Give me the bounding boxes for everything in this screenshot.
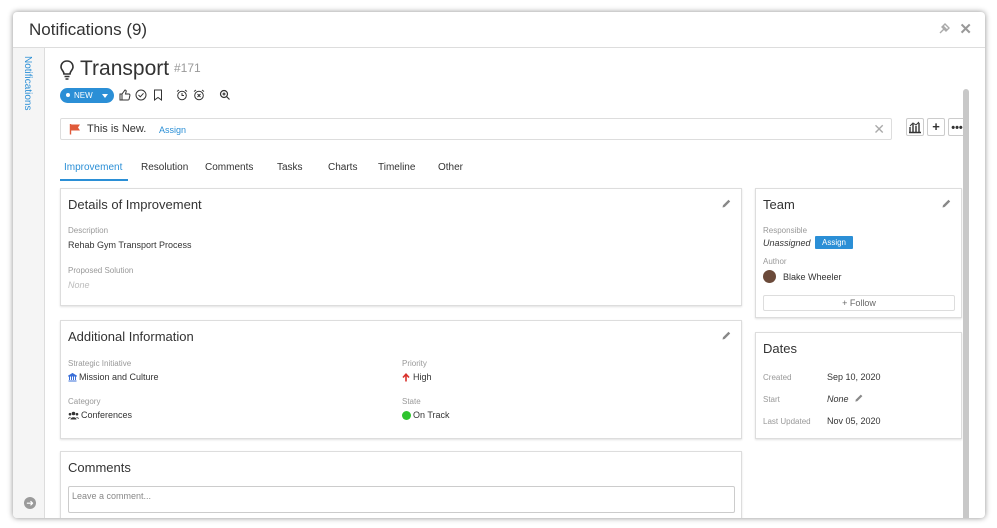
- scrollbar[interactable]: [963, 89, 969, 518]
- institution-icon: [68, 373, 77, 382]
- state-dot-icon: [402, 411, 411, 420]
- check-circle-icon[interactable]: [135, 89, 147, 101]
- active-tab-indicator: [60, 179, 128, 181]
- priority-label: Priority: [402, 359, 427, 368]
- assign-button[interactable]: Assign: [815, 236, 853, 249]
- comments-card: Comments Leave a comment...: [60, 451, 742, 518]
- category-value: Conferences: [81, 410, 133, 420]
- notifications-window: Notifications (9) ✕ Notifications ➜ Tran…: [13, 12, 985, 518]
- avatar: [763, 270, 776, 283]
- follow-button[interactable]: + Follow: [763, 295, 955, 311]
- author-value: Blake Wheeler: [783, 272, 842, 282]
- chart-button[interactable]: [906, 118, 924, 136]
- window-title: Notifications (9): [29, 20, 148, 39]
- new-status-bar: This is New. Assign ✕: [60, 118, 892, 140]
- tab-timeline[interactable]: Timeline: [378, 162, 415, 173]
- window-titlebar: Notifications (9) ✕: [13, 12, 985, 48]
- alarm-clock-alt-icon[interactable]: [193, 89, 205, 101]
- state-value: On Track: [413, 410, 450, 420]
- responsible-label: Responsible: [763, 226, 808, 235]
- status-message: This is New.: [87, 123, 147, 135]
- tab-tasks[interactable]: Tasks: [277, 162, 303, 173]
- created-value: Sep 10, 2020: [827, 372, 881, 382]
- expand-arrow-icon[interactable]: ➜: [24, 497, 36, 509]
- side-tab-label[interactable]: Notifications: [22, 56, 33, 110]
- initiative-value: Mission and Culture: [79, 372, 159, 382]
- edit-start-icon[interactable]: [854, 393, 864, 403]
- details-card: Details of Improvement Description Rehab…: [60, 188, 742, 306]
- created-label: Created: [763, 373, 792, 382]
- pin-icon[interactable]: [937, 22, 951, 36]
- main-content: Transport #171 NEW This is New. Assign ✕…: [46, 49, 973, 518]
- updated-label: Last Updated: [763, 417, 811, 426]
- arrow-up-icon: [402, 373, 410, 382]
- responsible-value: Unassigned: [763, 238, 811, 248]
- team-title: Team: [763, 197, 795, 212]
- plus-icon: +: [842, 298, 850, 308]
- close-icon[interactable]: ✕: [959, 20, 972, 38]
- edit-team-icon[interactable]: [941, 198, 952, 209]
- description-label: Description: [68, 226, 109, 235]
- status-dropdown[interactable]: NEW: [60, 88, 114, 103]
- follow-label: Follow: [849, 298, 876, 308]
- lightbulb-icon: [60, 60, 74, 80]
- state-label: State: [402, 397, 421, 406]
- initiative-label: Strategic Initiative: [68, 359, 132, 368]
- more-dots-icon: •••: [951, 122, 963, 134]
- tab-resolution[interactable]: Resolution: [141, 162, 188, 173]
- additional-info-card: Additional Information Strategic Initiat…: [60, 320, 742, 439]
- status-dot-icon: [66, 92, 70, 97]
- dates-card: Dates Created Sep 10, 2020 Start None La…: [755, 332, 962, 439]
- category-label: Category: [68, 397, 101, 406]
- solution-label: Proposed Solution: [68, 266, 134, 275]
- tab-other[interactable]: Other: [438, 162, 463, 173]
- edit-details-icon[interactable]: [721, 198, 732, 209]
- item-number: #171: [174, 61, 201, 75]
- dates-title: Dates: [763, 341, 797, 356]
- additional-title: Additional Information: [68, 329, 194, 344]
- chevron-down-icon: [102, 94, 108, 98]
- assign-link[interactable]: Assign: [159, 125, 186, 135]
- alarm-clock-icon[interactable]: [176, 89, 188, 101]
- add-button[interactable]: +: [927, 118, 945, 136]
- edit-additional-icon[interactable]: [721, 330, 732, 341]
- tab-charts[interactable]: Charts: [328, 162, 357, 173]
- priority-value: High: [413, 372, 432, 382]
- bar-chart-icon: [909, 121, 921, 134]
- dismiss-icon[interactable]: ✕: [873, 121, 885, 138]
- bookmark-icon[interactable]: [152, 89, 164, 101]
- comment-input[interactable]: Leave a comment...: [68, 486, 735, 513]
- updated-value: Nov 05, 2020: [827, 416, 881, 426]
- users-icon: [68, 411, 79, 420]
- thumbs-up-icon[interactable]: [119, 89, 131, 101]
- tab-comments[interactable]: Comments: [205, 162, 253, 173]
- plus-icon: +: [932, 119, 940, 134]
- tab-improvement[interactable]: Improvement: [64, 162, 122, 173]
- solution-value: None: [68, 280, 90, 290]
- team-card: Team Responsible Unassigned Assign Autho…: [755, 188, 962, 318]
- zoom-in-icon[interactable]: [219, 89, 231, 101]
- author-label: Author: [763, 257, 787, 266]
- page-title: Transport: [80, 57, 170, 80]
- flag-icon: [69, 124, 80, 135]
- status-label: NEW: [74, 91, 93, 100]
- comments-title: Comments: [68, 460, 131, 475]
- start-value: None: [827, 394, 849, 404]
- start-label: Start: [763, 395, 780, 404]
- side-tab[interactable]: Notifications ➜: [13, 48, 45, 518]
- description-value: Rehab Gym Transport Process: [68, 240, 192, 250]
- details-title: Details of Improvement: [68, 197, 202, 212]
